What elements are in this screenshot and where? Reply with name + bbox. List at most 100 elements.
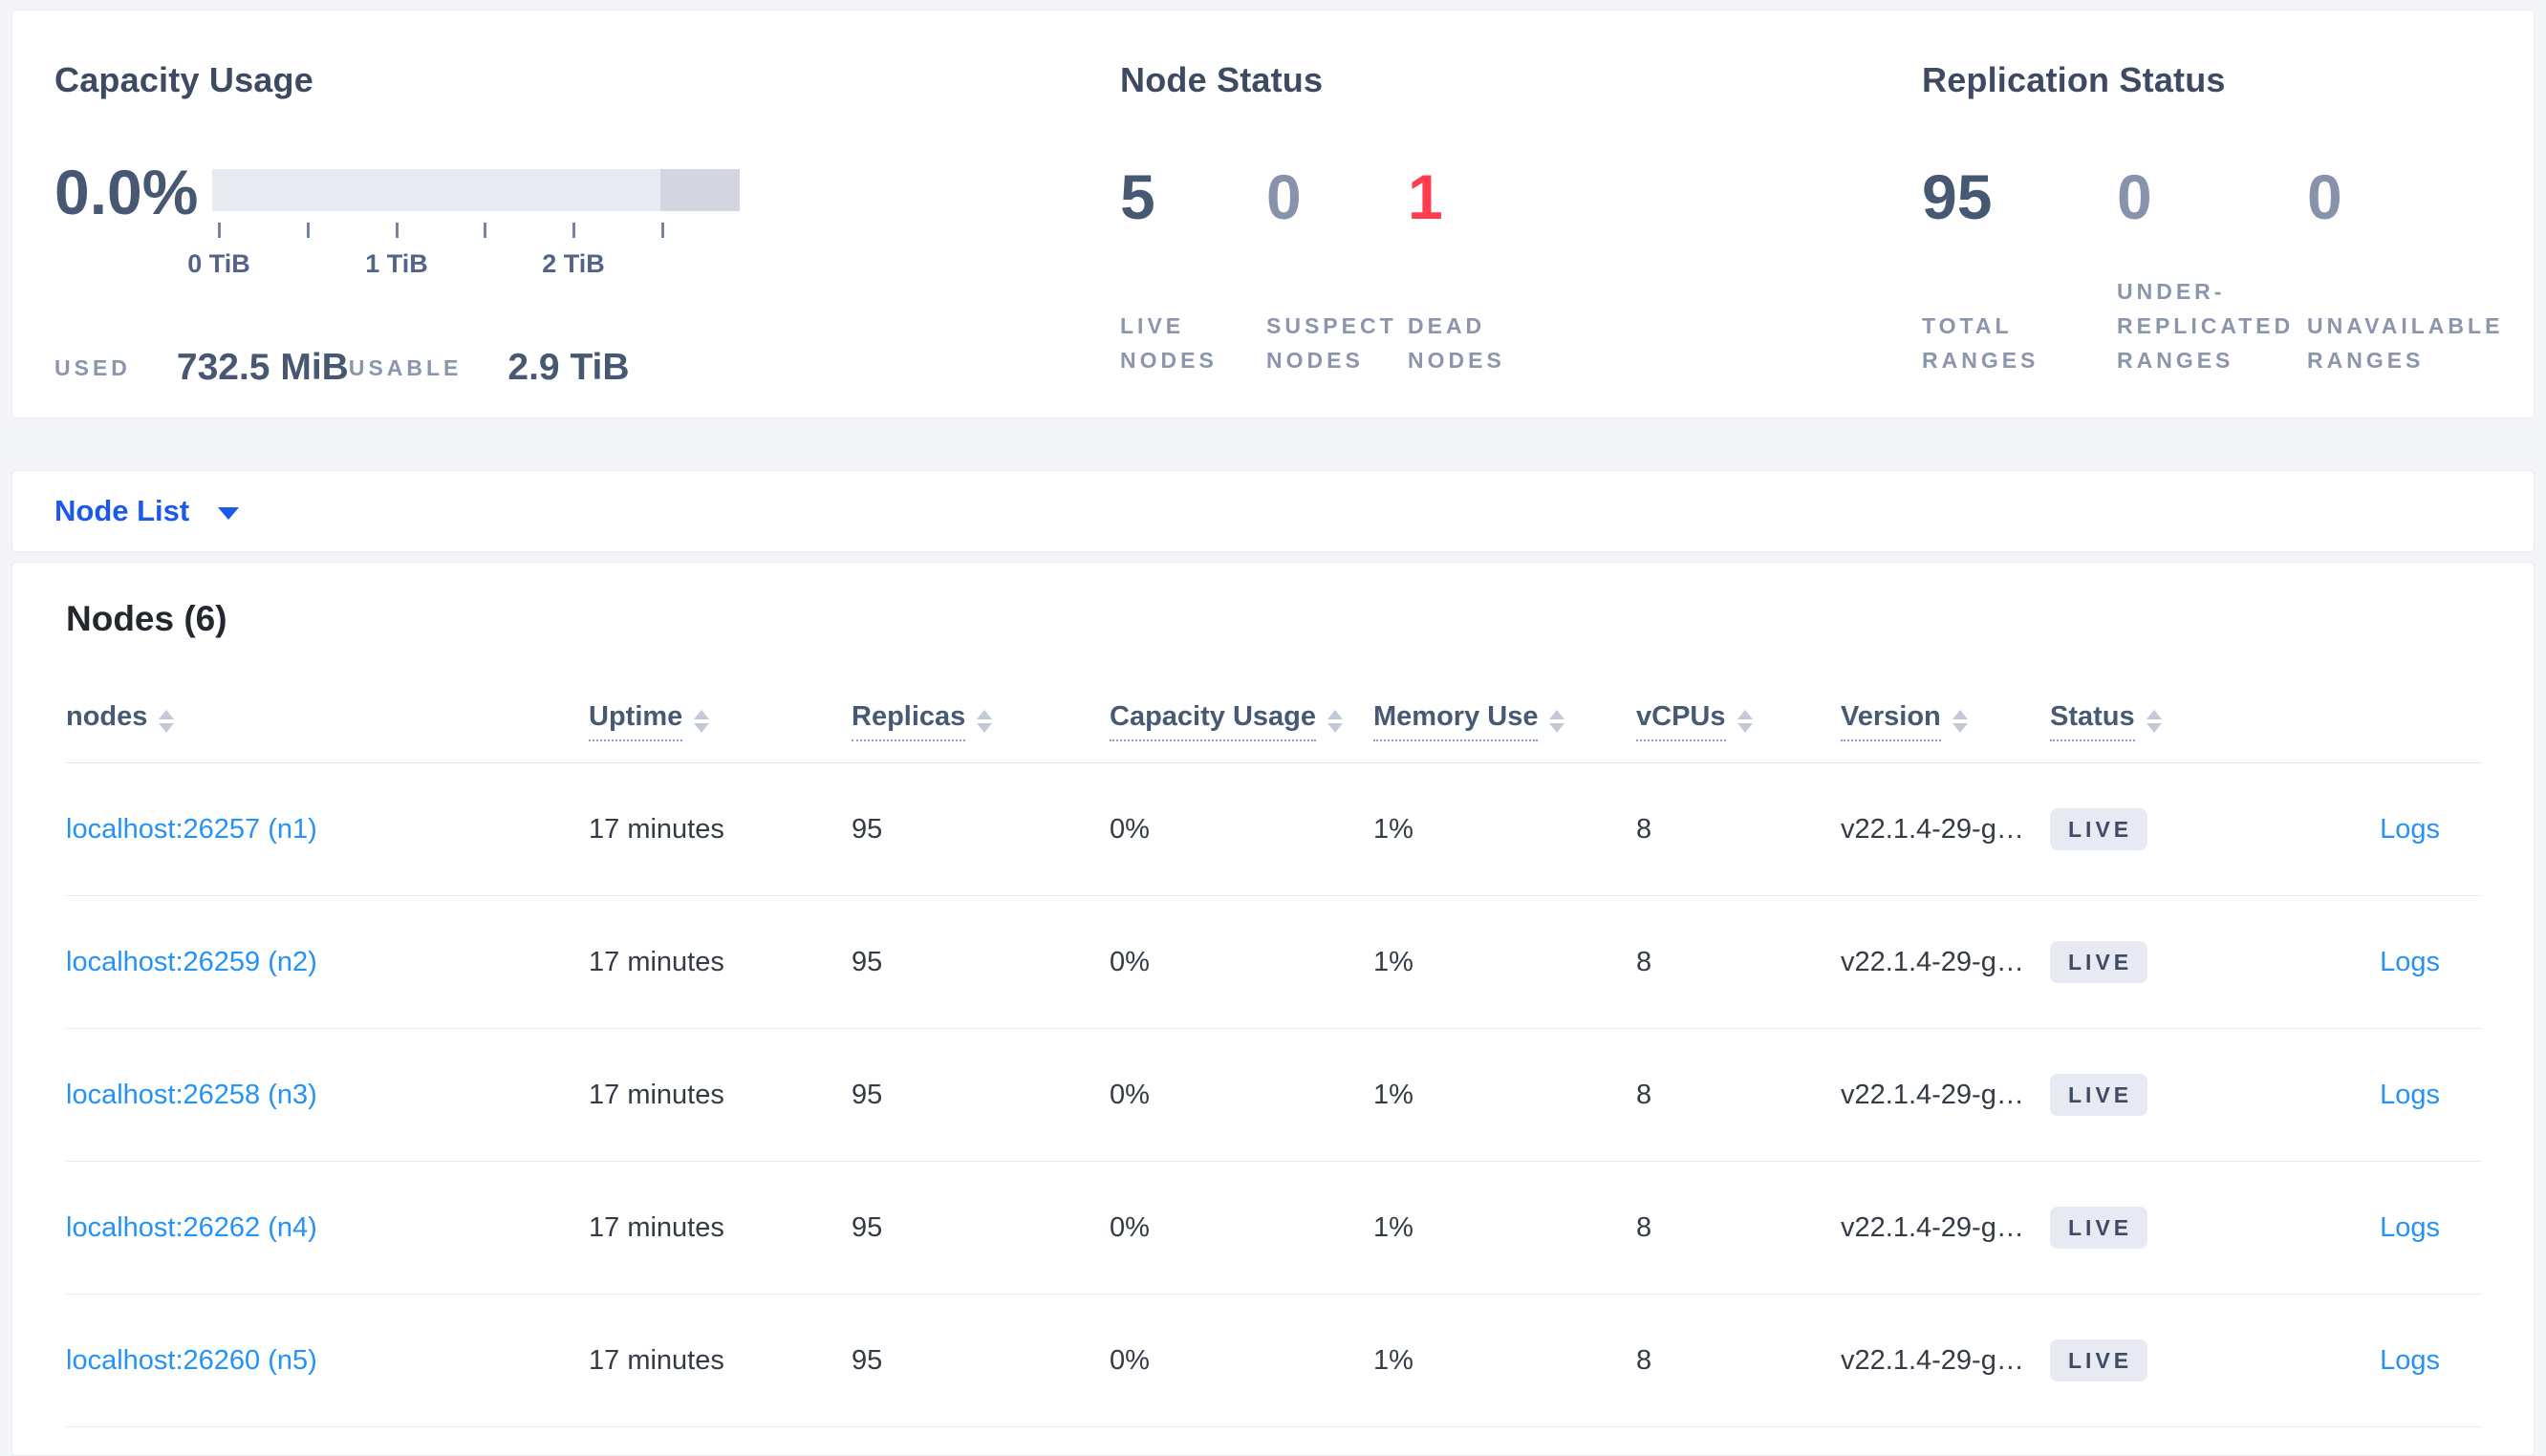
table-row: localhost:26257 (n1) 17 minutes 95 0% 1%… (66, 763, 2482, 896)
uptime-cell: 17 minutes (589, 1344, 724, 1376)
uptime-cell: 17 minutes (589, 946, 724, 977)
view-selector-label: Node List (54, 494, 190, 527)
column-header-version[interactable]: Version (1841, 701, 2050, 741)
capacity-used-percent: 0.0% (54, 157, 199, 227)
node-link[interactable]: localhost:26262 (n4) (66, 1212, 317, 1243)
column-header-vcpus[interactable]: vCPUs (1636, 701, 1841, 741)
node-link[interactable]: localhost:26259 (n2) (66, 947, 317, 977)
axis-tick (218, 223, 221, 238)
suspect-nodes-metric: 0 SUSPECT NODES (1266, 163, 1408, 377)
table-row: localhost:26262 (n4) 17 minutes 95 0% 1%… (66, 1162, 2482, 1295)
under-replicated-ranges-metric: 0 UNDER-REPLICATED RANGES (2117, 163, 2307, 377)
capacity-cell: 0% (1110, 1079, 1150, 1110)
vcpus-cell: 8 (1636, 1079, 1652, 1110)
version-cell: v22.1.4-29-g… (1841, 1211, 2024, 1243)
capacity-bar-end-segment (660, 169, 740, 211)
axis-tick (484, 223, 486, 238)
logs-link[interactable]: Logs (2380, 1080, 2440, 1110)
node-status-title: Node Status (1120, 60, 1324, 99)
under-replicated-ranges-label: UNDER-REPLICATED RANGES (2117, 279, 2295, 373)
live-nodes-count: 5 (1120, 161, 1155, 232)
cluster-overview-card: Capacity Usage 0.0% 0 TiB 1 TiB 2 TiB US… (11, 10, 2535, 418)
uptime-cell: 17 minutes (589, 1079, 724, 1110)
sort-icon (1549, 709, 1565, 733)
replicas-cell: 95 (852, 813, 883, 845)
table-header-row: nodes Uptime Replicas Capacity Usage Mem… (66, 679, 2482, 763)
uptime-cell: 17 minutes (589, 813, 724, 845)
chevron-down-icon (218, 506, 240, 520)
nodes-section-title: Nodes (6) (66, 599, 227, 638)
view-selector-dropdown[interactable]: Node List (54, 471, 240, 551)
sort-icon (1737, 709, 1753, 733)
axis-tick-label: 2 TiB (542, 249, 605, 278)
capacity-cell: 0% (1110, 1211, 1150, 1243)
vcpus-cell: 8 (1636, 1344, 1652, 1376)
nodes-card: Nodes (6) nodes Uptime Replicas Capacity… (11, 562, 2535, 1456)
live-nodes-metric: 5 LIVE NODES (1120, 163, 1266, 377)
vcpus-cell: 8 (1636, 946, 1652, 977)
used-label: USED (54, 354, 131, 380)
table-row: localhost:26260 (n5) 17 minutes 95 0% 1%… (66, 1295, 2482, 1427)
sort-icon (977, 709, 993, 733)
column-header-replicas[interactable]: Replicas (852, 701, 1110, 741)
dead-nodes-label: DEAD NODES (1408, 313, 1505, 373)
capacity-cell: 0% (1110, 813, 1150, 845)
column-header-uptime[interactable]: Uptime (589, 701, 852, 741)
memory-cell: 1% (1373, 1079, 1413, 1110)
axis-tick (661, 223, 664, 238)
node-link[interactable]: localhost:26258 (n3) (66, 1080, 317, 1110)
memory-cell: 1% (1373, 1211, 1413, 1243)
node-link[interactable]: localhost:26257 (n1) (66, 814, 317, 845)
uptime-cell: 17 minutes (589, 1211, 724, 1243)
status-badge: LIVE (2050, 1339, 2148, 1381)
column-header-nodes[interactable]: nodes (66, 701, 589, 741)
version-cell: v22.1.4-29-g… (1841, 813, 2024, 845)
node-link[interactable]: localhost:26260 (n5) (66, 1345, 317, 1376)
axis-tick-label: 0 TiB (187, 249, 250, 278)
logs-link[interactable]: Logs (2380, 1212, 2440, 1243)
total-ranges-label: TOTAL RANGES (1922, 313, 2039, 373)
nodes-table: nodes Uptime Replicas Capacity Usage Mem… (66, 679, 2482, 1427)
capacity-bar-axis: 0 TiB 1 TiB 2 TiB (187, 223, 745, 280)
status-badge: LIVE (2050, 1207, 2148, 1249)
under-replicated-ranges-count: 0 (2117, 161, 2152, 232)
replicas-cell: 95 (852, 1344, 883, 1376)
capacity-usage-title: Capacity Usage (54, 60, 313, 99)
suspect-nodes-label: SUSPECT NODES (1266, 313, 1397, 373)
version-cell: v22.1.4-29-g… (1841, 1344, 2024, 1376)
sort-icon (1952, 709, 1968, 733)
axis-tick (396, 223, 399, 238)
used-value: 732.5 MiB (176, 347, 349, 388)
column-header-capacity-usage[interactable]: Capacity Usage (1110, 701, 1373, 741)
unavailable-ranges-count: 0 (2307, 161, 2342, 232)
table-row: localhost:26258 (n3) 17 minutes 95 0% 1%… (66, 1029, 2482, 1162)
capacity-cell: 0% (1110, 946, 1150, 977)
unavailable-ranges-label: UNAVAILABLE RANGES (2307, 313, 2504, 373)
status-badge: LIVE (2050, 808, 2148, 850)
sort-icon (2146, 709, 2162, 733)
replicas-cell: 95 (852, 1079, 883, 1110)
capacity-usage-bar (212, 169, 740, 211)
sort-icon (1327, 709, 1343, 733)
memory-cell: 1% (1373, 813, 1413, 845)
logs-link[interactable]: Logs (2380, 1345, 2440, 1376)
replicas-cell: 95 (852, 946, 883, 977)
capacity-stats: USED 732.5 MiB USABLE 2.9 TiB (54, 347, 630, 389)
column-header-status[interactable]: Status (2050, 701, 2260, 741)
vcpus-cell: 8 (1636, 813, 1652, 845)
capacity-cell: 0% (1110, 1344, 1150, 1376)
version-cell: v22.1.4-29-g… (1841, 946, 2024, 977)
logs-link[interactable]: Logs (2380, 814, 2440, 845)
axis-tick (572, 223, 575, 238)
vcpus-cell: 8 (1636, 1211, 1652, 1243)
dead-nodes-count: 1 (1408, 161, 1443, 232)
memory-cell: 1% (1373, 946, 1413, 977)
sort-icon (694, 709, 710, 733)
logs-link[interactable]: Logs (2380, 947, 2440, 977)
memory-cell: 1% (1373, 1344, 1413, 1376)
total-ranges-metric: 95 TOTAL RANGES (1922, 163, 2117, 377)
column-header-memory-use[interactable]: Memory Use (1373, 701, 1636, 741)
replicas-cell: 95 (852, 1211, 883, 1243)
live-nodes-label: LIVE NODES (1120, 313, 1218, 373)
status-badge: LIVE (2050, 1074, 2148, 1116)
